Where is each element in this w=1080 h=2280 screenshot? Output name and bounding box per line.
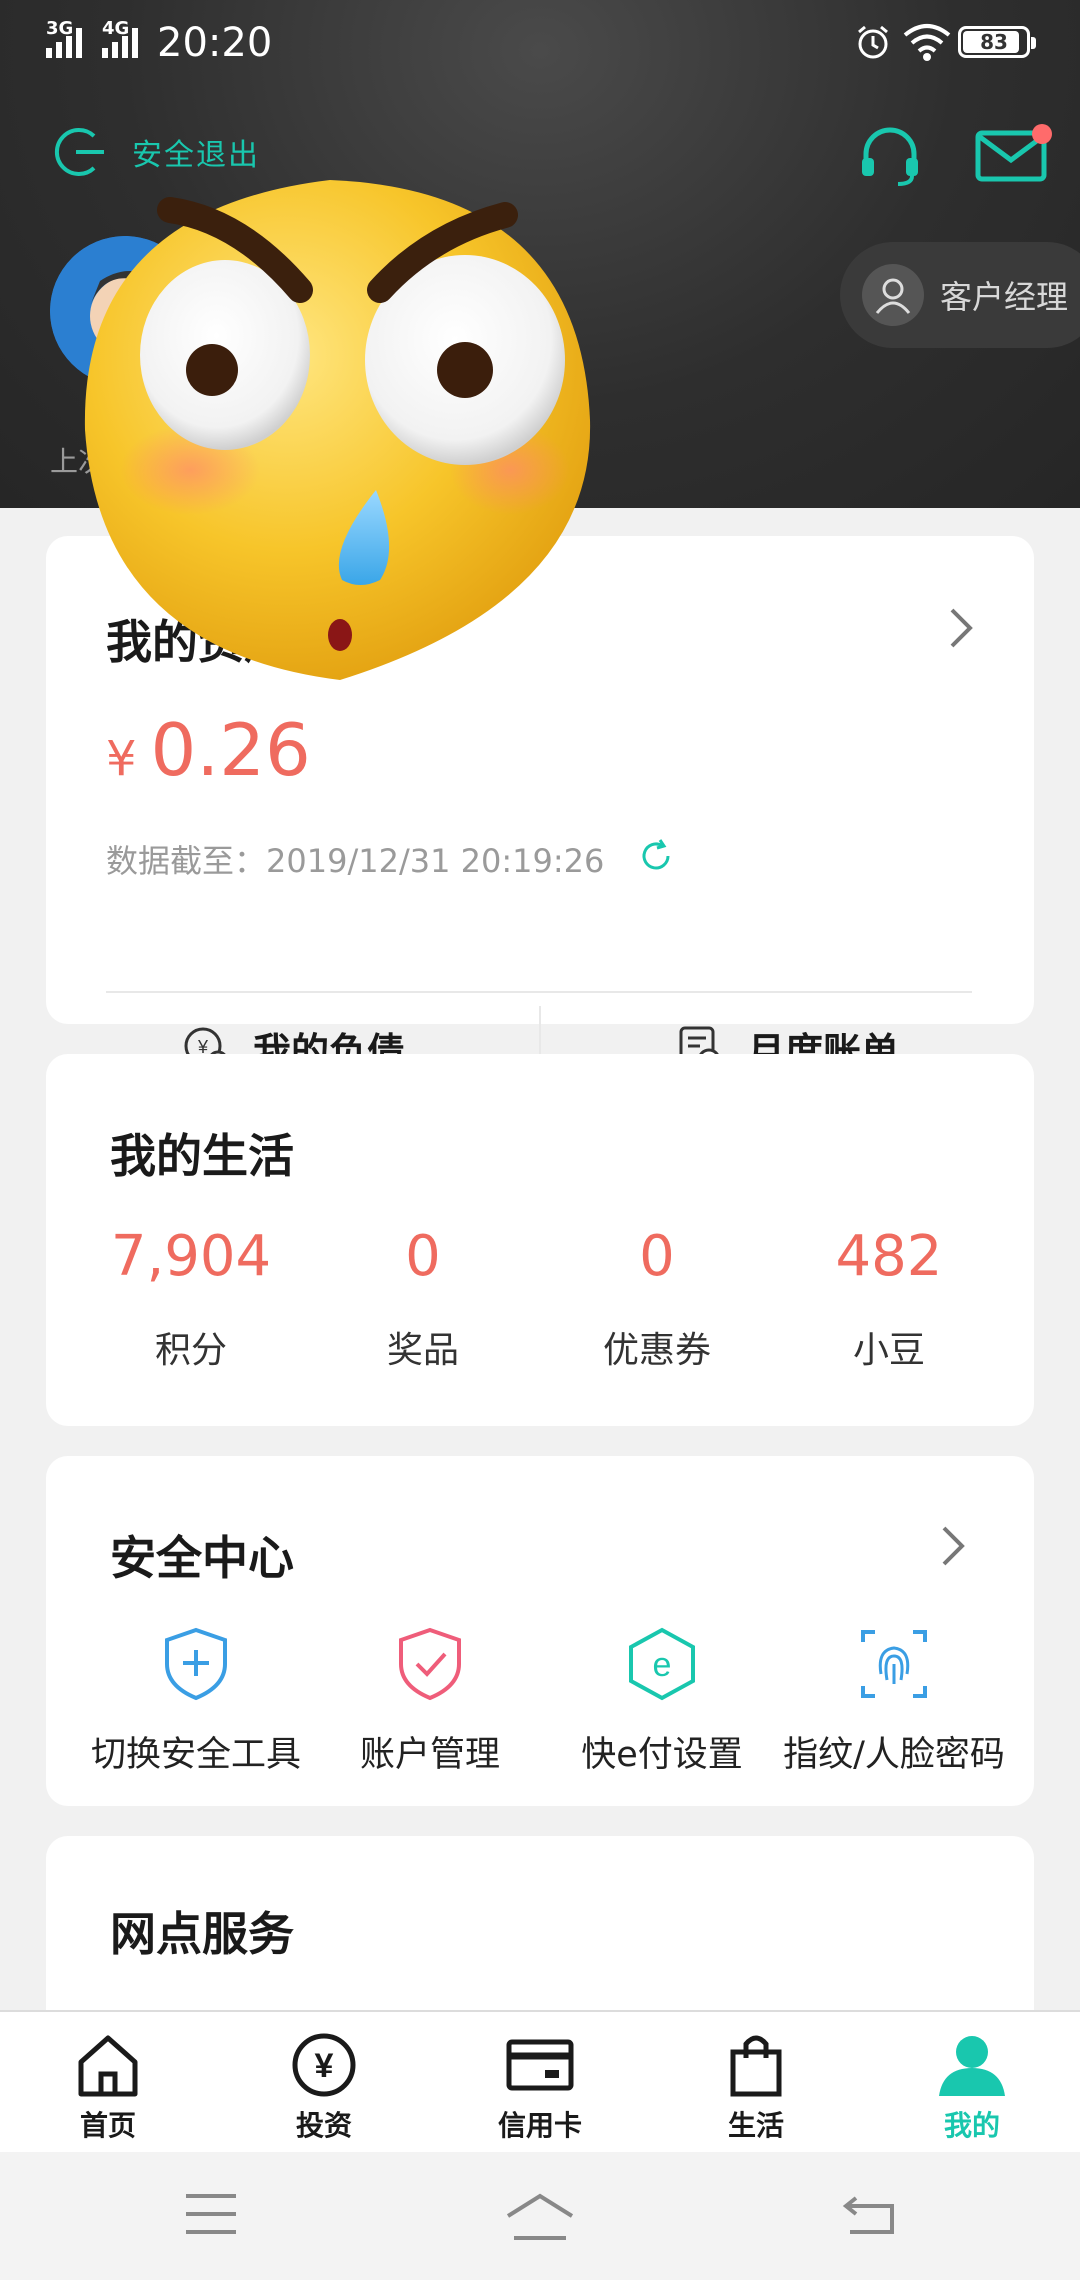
manager-label: 客户经理 (940, 278, 1069, 316)
user-icon (939, 2036, 1005, 2096)
logout-icon (54, 128, 104, 176)
shopping-bag-icon (730, 2035, 782, 2097)
home-button-icon[interactable] (504, 2192, 576, 2242)
tab-life-label: 生活 (727, 2109, 784, 2142)
yen-coin-icon: ¥ (292, 2033, 356, 2097)
chevron-right-icon[interactable] (940, 1524, 966, 1568)
notification-dot (1032, 124, 1052, 144)
tab-home[interactable]: 首页 (38, 2030, 178, 2144)
customer-manager-button[interactable]: 客户经理 (840, 242, 1080, 348)
balance-amount: ¥0.26 (106, 708, 311, 792)
shield-plus-icon (165, 1627, 227, 1701)
account-management-button[interactable]: 账户管理 (310, 1626, 550, 1777)
points-label: 积分 (154, 1330, 227, 1371)
life-item-coupons[interactable]: 0 优惠券 (542, 1224, 772, 1373)
prizes-label: 奖品 (386, 1330, 459, 1371)
wifi-icon (903, 24, 951, 61)
tab-home-label: 首页 (79, 2109, 136, 2142)
tab-life[interactable]: 生活 (686, 2030, 826, 2144)
tab-mine[interactable]: 我的 (902, 2030, 1042, 2144)
manager-avatar-icon (862, 264, 924, 326)
home-icon (78, 2035, 138, 2097)
quick-pay-settings-button[interactable]: e 快e付设置 (542, 1626, 782, 1777)
fingerprint-icon (861, 1630, 927, 1698)
tab-credit-card[interactable]: 信用卡 (470, 2030, 610, 2144)
quick-pay-settings-label: 快e付设置 (581, 1735, 743, 1775)
security-center-card: 安全中心 切换安全工具 账户管理 e 快e付设置 指纹/人脸密码 (46, 1456, 1034, 1806)
coupons-label: 优惠券 (602, 1330, 711, 1371)
fingerprint-face-button[interactable]: 指纹/人脸密码 (774, 1626, 1014, 1777)
chevron-right-icon[interactable] (948, 606, 974, 650)
tab-invest[interactable]: ¥ 投资 (254, 2030, 394, 2144)
fingerprint-face-label: 指纹/人脸密码 (783, 1735, 1005, 1775)
coupons-value: 0 (639, 1224, 675, 1289)
clock: 20:20 (157, 20, 273, 66)
outlet-title: 网点服务 (110, 1907, 294, 1961)
prizes-value: 0 (405, 1224, 441, 1289)
signal-bars-2 (102, 22, 138, 58)
bottom-nav: 首页 ¥ 投资 信用卡 生活 我的 (0, 2010, 1080, 2152)
beans-value: 482 (835, 1224, 943, 1289)
tab-credit-card-label: 信用卡 (497, 2109, 582, 2142)
alarm-icon (858, 25, 888, 59)
beans-label: 小豆 (852, 1330, 925, 1371)
tab-invest-label: 投资 (295, 2109, 352, 2142)
credit-card-icon (506, 2039, 574, 2091)
e-hexagon-icon: e (629, 1627, 695, 1701)
svg-text:e: e (653, 1646, 672, 1684)
status-bar: 3G 4G 20:20 83 (0, 0, 1080, 90)
back-icon[interactable] (842, 2192, 896, 2236)
switch-security-tool-button[interactable]: 切换安全工具 (76, 1626, 316, 1777)
customer-service-icon[interactable] (858, 124, 922, 188)
logout-label: 安全退出 (132, 138, 260, 173)
amount-value: 0.26 (150, 708, 311, 792)
battery-indicator: 83 (958, 26, 1036, 58)
security-title: 安全中心 (110, 1531, 294, 1585)
outlet-service-card[interactable]: 网点服务 (46, 1836, 1034, 2036)
data-timestamp: 数据截至：2019/12/31 20:19:26 (106, 842, 605, 880)
shield-check-icon (399, 1627, 461, 1701)
life-title: 我的生活 (110, 1129, 294, 1183)
angry-emoji-sticker (84, 180, 591, 680)
life-item-beans[interactable]: 482 小豆 (774, 1224, 1004, 1373)
tab-mine-label: 我的 (943, 2109, 1000, 2142)
life-item-points[interactable]: 7,904 积分 (76, 1224, 306, 1373)
points-value: 7,904 (110, 1224, 272, 1289)
currency-symbol: ¥ (106, 731, 137, 787)
switch-security-tool-label: 切换安全工具 (90, 1735, 301, 1775)
signal-bars-1 (46, 22, 82, 58)
life-item-prizes[interactable]: 0 奖品 (308, 1224, 538, 1373)
logout-button[interactable]: 安全退出 (50, 122, 260, 182)
my-life-card: 我的生活 7,904 积分 0 奖品 0 优惠券 482 小豆 (46, 1054, 1034, 1426)
system-navigation-bar (0, 2152, 1080, 2280)
divider (106, 991, 972, 993)
svg-text:¥: ¥ (315, 2047, 334, 2085)
account-management-label: 账户管理 (359, 1735, 500, 1775)
menu-icon[interactable] (184, 2192, 238, 2236)
refresh-icon[interactable] (636, 836, 676, 876)
